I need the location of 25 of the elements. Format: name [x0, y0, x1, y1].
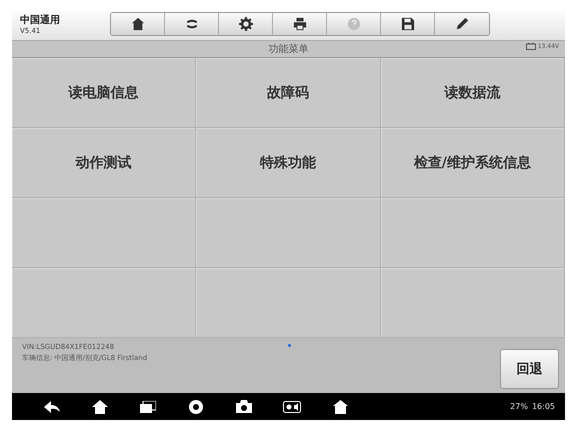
help-icon — [346, 17, 360, 31]
menu-tile[interactable]: 动作测试 — [12, 128, 196, 198]
pencil-icon — [455, 17, 469, 31]
battery-percentage: 27% — [510, 402, 528, 411]
page-title: 功能菜单 — [268, 42, 308, 56]
printer-icon — [292, 17, 306, 31]
toolbar-button[interactable] — [273, 13, 327, 35]
menu-tile[interactable]: 故障码 — [196, 58, 381, 128]
settings-icon — [238, 17, 252, 31]
toolbar-button[interactable] — [111, 13, 165, 35]
back-button[interactable]: 回退 — [500, 349, 559, 389]
page-indicator-dot — [288, 344, 291, 347]
toolbar-button[interactable] — [165, 13, 219, 35]
clock-time: 16:05 — [532, 402, 555, 411]
home-icon — [130, 17, 144, 31]
menu-tile[interactable]: 特殊功能 — [196, 128, 381, 198]
menu-tile[interactable]: 读电脑信息 — [12, 58, 196, 128]
toolbar-button[interactable] — [381, 13, 435, 35]
app-title: 中国通用 — [20, 14, 61, 27]
save-icon — [400, 17, 414, 31]
menu-tile[interactable]: 检查/维护系统信息 — [380, 128, 565, 198]
toolbar-button[interactable] — [219, 13, 273, 35]
toolbar-button[interactable] — [435, 13, 489, 35]
battery-voltage-icon — [526, 43, 536, 50]
menu-tile[interactable]: 读数据流 — [380, 58, 565, 128]
